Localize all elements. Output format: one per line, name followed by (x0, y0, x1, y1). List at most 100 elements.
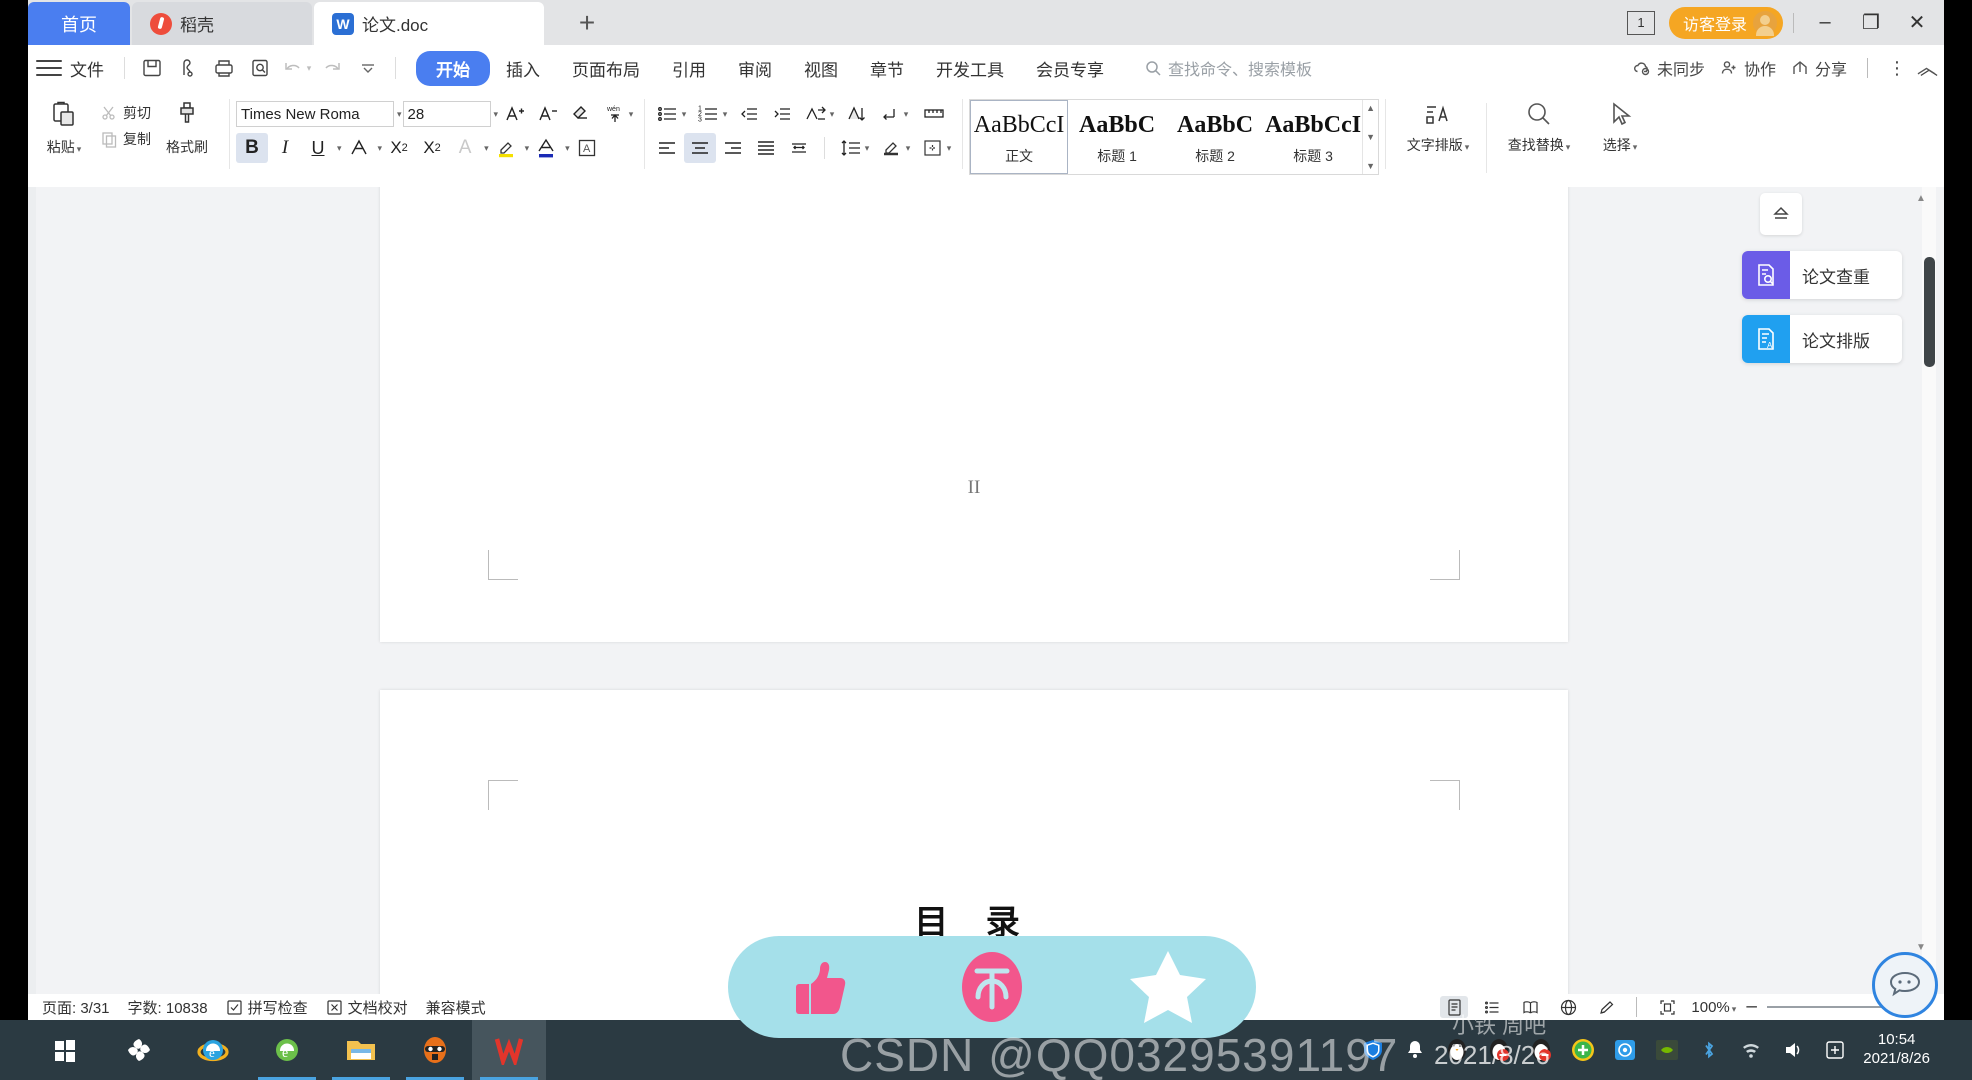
bullet-list-button[interactable]: ▾ (651, 99, 691, 129)
rail-thesis-format-button[interactable]: A 论文排版 (1742, 315, 1902, 363)
align-center-button[interactable] (684, 133, 717, 163)
superscript-button[interactable]: X2 (383, 133, 415, 163)
tab-member-exclusive[interactable]: 会员专享 (1020, 51, 1120, 86)
borders-button[interactable]: ▾ (916, 133, 956, 163)
fit-page-button[interactable] (1653, 996, 1681, 1018)
rail-plagiarism-check-button[interactable]: 论文查重 (1742, 251, 1902, 299)
customize-quick-access-icon[interactable] (351, 52, 385, 84)
tab-docer[interactable]: 稻壳 (132, 2, 312, 45)
menu-hamburger-icon[interactable] (36, 55, 62, 81)
strikethrough-dropdown-icon[interactable]: ▾ (378, 143, 383, 154)
style-normal[interactable]: AaBbCcI 正文 (970, 100, 1069, 174)
italic-button[interactable]: I (269, 133, 301, 163)
scroll-down-icon[interactable]: ▼ (1914, 940, 1928, 954)
zoom-level[interactable]: 100% ▾ (1691, 999, 1736, 1016)
nvidia-icon[interactable] (1653, 1036, 1681, 1064)
show-paragraph-marks-button[interactable]: ▾ (873, 99, 913, 129)
strikethrough-button[interactable] (343, 133, 375, 163)
document-page-1[interactable]: II (380, 187, 1568, 642)
taskbar-clock[interactable]: 10:54 2021/8/26 (1863, 1031, 1930, 1069)
coin-button[interactable] (944, 939, 1040, 1035)
zoom-slider[interactable] (1766, 1000, 1903, 1013)
taskbar-internet-explorer[interactable]: e (176, 1020, 250, 1080)
shading-button[interactable]: ▾ (875, 133, 915, 163)
bluetooth-icon[interactable] (1695, 1036, 1723, 1064)
print-icon[interactable] (207, 52, 241, 84)
feedback-chat-button[interactable] (1872, 952, 1938, 1018)
grow-font-button[interactable] (499, 99, 531, 129)
ime-icon[interactable] (1821, 1036, 1849, 1064)
tab-document[interactable]: 论文.doc (314, 2, 544, 45)
word-count[interactable]: 字数: 10838 (128, 997, 208, 1018)
smart-layout-button[interactable]: ▾ (799, 99, 839, 129)
edit-pen-button[interactable] (1592, 996, 1620, 1018)
more-options-button[interactable]: ⋮ (1888, 58, 1906, 79)
taskbar-ninja-app[interactable] (398, 1020, 472, 1080)
tab-developer-tools[interactable]: 开发工具 (920, 51, 1020, 86)
text-effects-button[interactable]: A (449, 133, 481, 163)
paste-button[interactable]: 粘贴 ▾ (32, 95, 96, 157)
clear-format-button[interactable] (565, 99, 597, 129)
distribute-button[interactable] (783, 133, 815, 163)
underline-dropdown-icon[interactable]: ▾ (337, 143, 342, 154)
zoom-out-button[interactable]: – (1746, 996, 1757, 1018)
scrollbar-thumb[interactable] (1924, 257, 1935, 367)
network-icon[interactable] (1737, 1036, 1765, 1064)
align-left-button[interactable] (651, 133, 683, 163)
justify-button[interactable] (750, 133, 782, 163)
tab-references[interactable]: 引用 (656, 51, 722, 86)
volume-icon[interactable] (1779, 1036, 1807, 1064)
green-plus-icon[interactable] (1569, 1036, 1597, 1064)
taskbar-wps-writer[interactable] (472, 1020, 546, 1080)
windows-start-button[interactable] (28, 1020, 102, 1080)
tab-review[interactable]: 审阅 (722, 51, 788, 86)
select-button[interactable]: 选择 ▾ (1585, 95, 1655, 155)
save-icon[interactable] (135, 52, 169, 84)
search-input[interactable]: 查找命令、搜索模板 (1144, 56, 1312, 80)
styles-scrollbar[interactable]: ▲ ▼ ▼ (1362, 100, 1378, 174)
style-heading-2[interactable]: AaBbC 标题 2 (1166, 100, 1264, 174)
cut-button[interactable]: 剪切 (96, 101, 155, 125)
undo-icon[interactable]: ▾ (279, 52, 313, 84)
taskbar-360-browser[interactable]: e (250, 1020, 324, 1080)
tab-insert[interactable]: 插入 (490, 51, 556, 86)
scroll-up-icon[interactable]: ▲ (1366, 103, 1375, 113)
tab-page-layout[interactable]: 页面布局 (556, 51, 656, 86)
redo-icon[interactable] (315, 52, 349, 84)
page-count-badge[interactable]: 1 (1626, 10, 1655, 35)
new-tab-button[interactable]: + (570, 7, 604, 38)
scroll-up-icon[interactable]: ▲ (1914, 191, 1928, 205)
scroll-down-icon[interactable]: ▼ (1366, 132, 1375, 142)
numbered-list-button[interactable]: 123 ▾ (692, 99, 732, 129)
star-button[interactable] (1120, 939, 1216, 1035)
ribbon-collapse-arrow[interactable]: ︿ (1917, 52, 1936, 79)
print-preview-icon[interactable] (243, 52, 277, 84)
bold-button[interactable]: B (236, 133, 268, 163)
style-heading-3[interactable]: AaBbCcI 标题 3 (1264, 100, 1362, 174)
font-family-dropdown-icon[interactable]: ▾ (397, 109, 402, 120)
restore-button[interactable]: ❐ (1850, 0, 1892, 45)
taskbar-file-explorer[interactable] (324, 1020, 398, 1080)
close-button[interactable]: ✕ (1896, 0, 1938, 45)
underline-button[interactable]: U (302, 133, 334, 163)
blue-shield-icon[interactable] (1611, 1036, 1639, 1064)
character-border-button[interactable]: A (571, 133, 603, 163)
font-size-dropdown-icon[interactable]: ▾ (494, 109, 499, 120)
font-color-button[interactable] (530, 133, 562, 163)
tencent-pc-manager-icon[interactable] (1359, 1036, 1387, 1064)
share-button[interactable]: 分享 (1790, 56, 1847, 80)
rail-collapse-button[interactable] (1760, 193, 1802, 235)
thumbs-up-button[interactable] (768, 939, 864, 1035)
web-view-button[interactable] (1554, 996, 1582, 1018)
shrink-font-button[interactable] (532, 99, 564, 129)
subscript-button[interactable]: X2 (416, 133, 448, 163)
notification-bell-icon[interactable] (1401, 1036, 1429, 1064)
taskbar-wps-cloud[interactable] (102, 1020, 176, 1080)
spellcheck-toggle[interactable]: 拼写检查 (226, 997, 308, 1018)
sort-button[interactable] (840, 99, 872, 129)
copy-button[interactable]: 复制 (96, 127, 155, 151)
print-preview-flow-icon[interactable] (171, 52, 205, 84)
minimize-button[interactable]: – (1804, 0, 1846, 45)
guest-login-button[interactable]: 访客登录 (1668, 6, 1783, 39)
font-family-input[interactable]: Times New Roma (236, 101, 394, 127)
